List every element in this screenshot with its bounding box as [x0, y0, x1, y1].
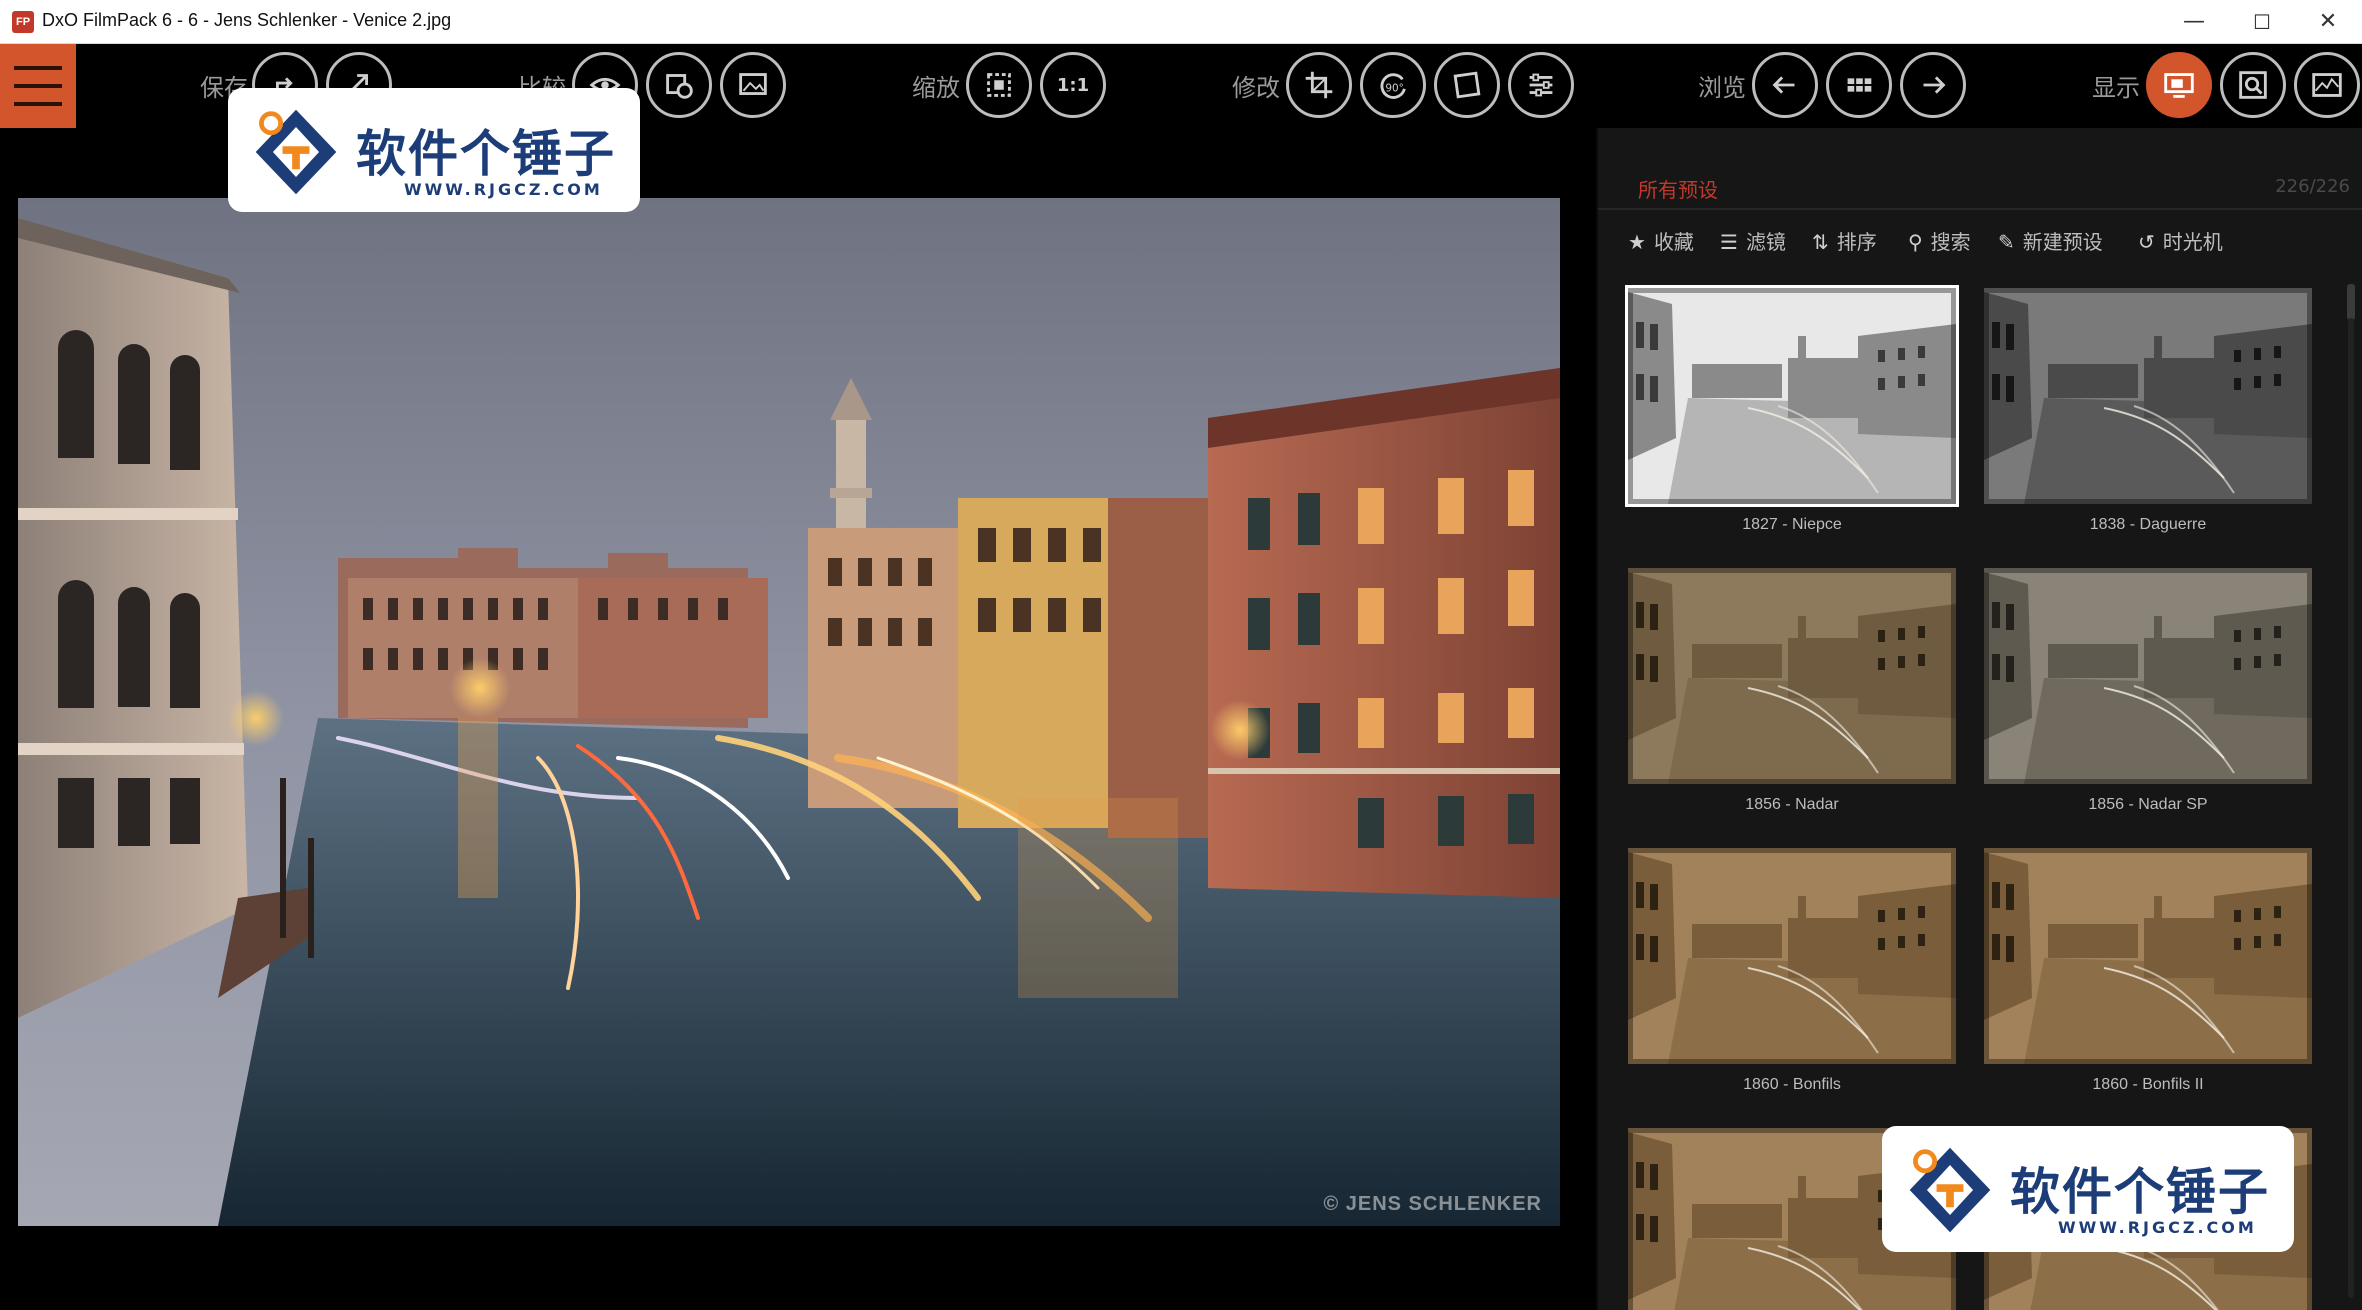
favorites-button[interactable]: ★ 收藏 [1628, 226, 1694, 255]
minimize-button[interactable]: — [2160, 0, 2228, 44]
app-icon: FP [12, 11, 34, 33]
arrow-right-icon [1923, 76, 1946, 94]
loupe-button[interactable] [2220, 52, 2286, 118]
previous-image-button[interactable] [1752, 52, 1818, 118]
fit-screen-icon [987, 73, 1011, 97]
preset-label: 1827 - Niepce [1742, 516, 1842, 533]
split-view-icon [739, 73, 767, 95]
sort-icon: ⇅ [1812, 230, 1829, 254]
compare-history-button[interactable] [646, 52, 712, 118]
sort-button[interactable]: ⇅ 排序 [1812, 226, 1877, 255]
window-title: DxO FilmPack 6 - 6 - Jens Schlenker - Ve… [42, 10, 452, 30]
rotate-icon: 90° [1380, 73, 1406, 99]
grid-view-button[interactable] [1826, 52, 1892, 118]
arrow-left-icon [1772, 76, 1795, 94]
watermark-url: WWW.RJGCZ.COM [2058, 1218, 2257, 1237]
preset-thumbnail[interactable] [1628, 568, 1956, 784]
watermark-badge-top: 软件个锤子 WWW.RJGCZ.COM [228, 88, 640, 212]
display-monitor-button[interactable] [2146, 52, 2212, 118]
title-bar: FP DxO FilmPack 6 - 6 - Jens Schlenker -… [0, 0, 2362, 44]
preset-preview-image [1628, 288, 1956, 504]
sliders-icon [1529, 73, 1553, 97]
preset-preview-image [1984, 568, 2312, 784]
preset-label: 1860 - Bonfils [1743, 1076, 1841, 1093]
rotate-button[interactable]: 90° [1360, 52, 1426, 118]
histogram-button[interactable] [2294, 52, 2360, 118]
fit-to-screen-button[interactable] [966, 52, 1032, 118]
favorites-label: 收藏 [1653, 230, 1694, 254]
crop-icon [1305, 71, 1333, 99]
filter-button[interactable]: ☰ 滤镜 [1720, 226, 1786, 255]
preset-label: 1860 - Bonfils II [2092, 1076, 2204, 1093]
scrollbar-track [2348, 318, 2354, 1298]
watermark-logo-icon [255, 109, 337, 195]
history-icon [666, 74, 693, 99]
search-label: 搜索 [1930, 230, 1971, 254]
presets-panel-title: 所有预设 [1638, 178, 1718, 202]
preset-label: 1838 - Daguerre [2089, 516, 2207, 533]
next-image-button[interactable] [1900, 52, 1966, 118]
crop-button[interactable] [1286, 52, 1352, 118]
hamburger-icon [14, 66, 62, 70]
preset-preview-image [1984, 848, 2312, 1064]
presets-count: 226/226 [2275, 176, 2350, 197]
presets-scrollbar[interactable] [2344, 278, 2358, 1308]
grid-icon [1847, 78, 1872, 92]
loupe-icon [2239, 71, 2267, 99]
preset-preview-image [1628, 568, 1956, 784]
histogram-icon [2312, 73, 2342, 97]
preset-thumbnail[interactable] [1984, 568, 2312, 784]
preset-thumbnail[interactable] [1628, 848, 1956, 1064]
straighten-icon [1453, 71, 1481, 99]
scrollbar-thumb[interactable] [2347, 284, 2355, 320]
preset-label: 1856 - Nadar SP [2088, 796, 2208, 813]
search-icon: ⚲ [1908, 230, 1923, 254]
photo-credit: © JENS SCHLENKER [1323, 1193, 1542, 1215]
settings-sliders-button[interactable] [1508, 52, 1574, 118]
watermark-badge-bottom: 软件个锤子 WWW.RJGCZ.COM [1882, 1126, 2294, 1252]
new-preset-button[interactable]: ✎ 新建预设 [1998, 226, 2103, 255]
zoom-100-button[interactable]: 1:1 [1040, 52, 1106, 118]
presets-panel-header: 所有预设 226/226 [1598, 166, 2362, 210]
search-button[interactable]: ⚲ 搜索 [1908, 226, 1971, 255]
main-photo[interactable]: © JENS SCHLENKER [18, 198, 1560, 1226]
watermark-text: 软件个锤子 [356, 125, 616, 183]
zoom-group-label: 缩放 [912, 74, 960, 102]
maximize-button[interactable]: ☐ [2228, 0, 2296, 44]
modify-group-label: 修改 [1232, 74, 1280, 102]
browse-group-label: 浏览 [1698, 74, 1746, 102]
watermark-text: 软件个锤子 [2010, 1163, 2270, 1221]
time-machine-label: 时光机 [2162, 230, 2223, 254]
display-group-label: 显示 [2092, 74, 2140, 102]
watermark-logo-icon [1909, 1147, 1991, 1233]
hamburger-icon-line [14, 102, 62, 106]
preset-thumbnail[interactable] [1625, 285, 1959, 507]
new-preset-label: 新建预设 [2022, 230, 2103, 254]
zoom-100-label: 1:1 [1056, 74, 1090, 96]
preset-label: 1856 - Nadar [1745, 796, 1839, 813]
compare-split-button[interactable] [720, 52, 786, 118]
watermark-url: WWW.RJGCZ.COM [404, 180, 603, 199]
venice-canal-image [18, 198, 1560, 1226]
preset-thumbnail[interactable] [1984, 848, 2312, 1064]
monitor-icon [2164, 73, 2194, 98]
rotate-label: 90° [1385, 83, 1404, 95]
time-machine-icon: ↺ [2138, 230, 2155, 254]
filter-label: 滤镜 [1745, 230, 1786, 254]
time-machine-button[interactable]: ↺ 时光机 [2138, 226, 2223, 255]
list-icon: ☰ [1720, 230, 1738, 254]
hamburger-icon-line [14, 84, 62, 88]
new-preset-icon: ✎ [1998, 230, 2015, 254]
preset-thumbnail[interactable] [1984, 288, 2312, 504]
preset-preview-image [1628, 848, 1956, 1064]
star-icon: ★ [1628, 230, 1646, 254]
hamburger-menu-button[interactable] [0, 44, 76, 128]
sort-label: 排序 [1836, 230, 1877, 254]
close-button[interactable]: ✕ [2294, 0, 2362, 44]
straighten-button[interactable] [1434, 52, 1500, 118]
preset-preview-image [1984, 288, 2312, 504]
